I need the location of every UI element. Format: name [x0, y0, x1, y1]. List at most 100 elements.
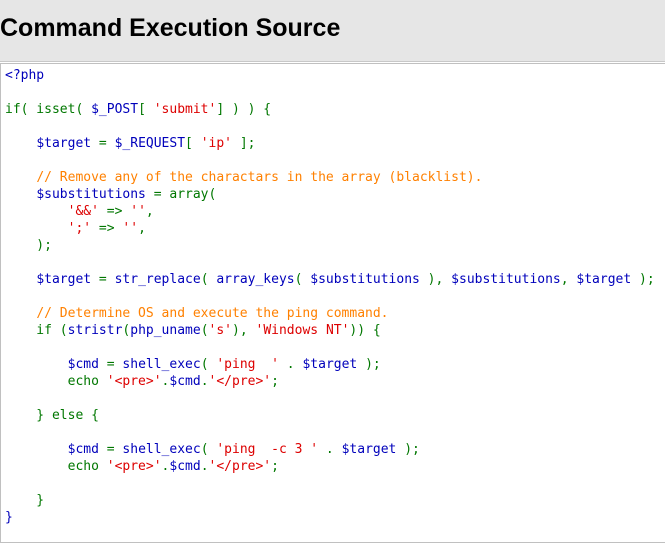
code-token: );: [396, 442, 420, 457]
code-line: }: [5, 509, 665, 526]
code-token: ),: [419, 272, 452, 287]
code-token: str_replace: [114, 272, 201, 287]
code-token: (: [294, 272, 311, 287]
code-line: ';' => '',: [5, 220, 665, 237]
code-line: if (stristr(php_uname('s'), 'Windows NT'…: [5, 322, 665, 339]
code-token: ),: [232, 323, 256, 338]
code-line: // Remove any of the charactars in the a…: [5, 169, 665, 186]
code-token: php_uname: [130, 323, 201, 338]
code-token: $cmd: [169, 459, 201, 474]
code-token: // Determine OS and execute the ping com…: [36, 306, 389, 321]
code-token: 'ip': [200, 136, 233, 151]
code-token: array(: [169, 187, 217, 202]
code-token: );: [631, 272, 655, 287]
code-token: (: [200, 323, 209, 338]
code-token: $cmd: [67, 442, 99, 457]
code-token: $target: [302, 357, 358, 372]
code-token: (: [200, 272, 217, 287]
code-token: stristr: [67, 323, 123, 338]
code-token: ,: [138, 221, 146, 236]
code-token: =: [145, 187, 170, 202]
code-token: );: [357, 357, 381, 372]
php-source-code: <?php if( isset( $_POST[ 'submit'] ) ) {…: [1, 64, 665, 526]
code-token: )) {: [349, 323, 381, 338]
code-line: }: [5, 492, 665, 509]
code-token: // Remove any of the charactars in the a…: [36, 170, 483, 185]
code-token: $target: [341, 442, 397, 457]
code-token: '<pre>': [106, 374, 162, 389]
code-token: '': [122, 221, 139, 236]
code-token: 'Windows NT': [255, 323, 350, 338]
code-line: '&&' => '',: [5, 203, 665, 220]
code-token: =: [98, 357, 123, 372]
code-token: 'submit': [153, 102, 217, 117]
code-token: ,: [145, 204, 154, 219]
code-token: ;: [271, 374, 279, 389]
code-line: $target = $_REQUEST[ 'ip' ];: [5, 135, 665, 152]
source-code-panel[interactable]: <?php if( isset( $_POST[ 'submit'] ) ) {…: [0, 63, 665, 543]
code-token: ,: [560, 272, 577, 287]
code-token: [: [185, 136, 201, 151]
code-line: $target = str_replace( array_keys( $subs…: [5, 271, 665, 288]
code-line: if( isset( $_POST[ 'submit'] ) ) {: [5, 101, 665, 118]
code-token: shell_exec: [122, 357, 201, 372]
code-line: );: [5, 237, 665, 254]
code-token: (: [200, 357, 217, 372]
code-token: $substitutions: [36, 187, 146, 202]
code-token: 'ping ': [216, 357, 279, 372]
code-line: // Determine OS and execute the ping com…: [5, 305, 665, 322]
code-token: .: [278, 357, 303, 372]
code-line: $substitutions = array(: [5, 186, 665, 203]
code-token: $cmd: [67, 357, 99, 372]
code-token: .: [200, 459, 209, 474]
code-token: }: [5, 510, 13, 525]
code-token: echo: [5, 374, 107, 389]
code-line: echo '<pre>'.$cmd.'</pre>';: [5, 458, 665, 475]
code-token: '</pre>': [208, 374, 272, 389]
code-token: .: [318, 442, 342, 457]
code-token: .: [200, 374, 209, 389]
code-token: ] ) ) {: [216, 102, 272, 117]
code-token: [: [138, 102, 154, 117]
code-token: =>: [91, 221, 123, 236]
code-token: $_POST: [91, 102, 139, 117]
code-token: $target: [36, 272, 92, 287]
code-token: ];: [232, 136, 256, 151]
page-header: Command Execution Source: [0, 0, 665, 62]
code-token: <?php: [5, 68, 45, 83]
page-title: Command Execution Source: [0, 14, 341, 42]
code-token: if( isset(: [5, 102, 92, 117]
code-token: '</pre>': [208, 459, 272, 474]
code-line: } else {: [5, 407, 665, 424]
code-token: array_keys: [216, 272, 295, 287]
code-line: $cmd = shell_exec( 'ping ' . $target );: [5, 356, 665, 373]
code-token: =: [91, 136, 115, 151]
code-token: =: [98, 442, 123, 457]
code-token: echo: [5, 459, 107, 474]
code-token: }: [5, 493, 45, 508]
code-token: } else {: [5, 408, 99, 423]
code-token: '': [130, 204, 146, 219]
code-token: $substitutions: [310, 272, 420, 287]
code-token: ;: [271, 459, 279, 474]
code-token: (: [200, 442, 217, 457]
code-token: );: [5, 238, 52, 253]
code-token: if (: [5, 323, 68, 338]
code-token: ';': [67, 221, 92, 236]
